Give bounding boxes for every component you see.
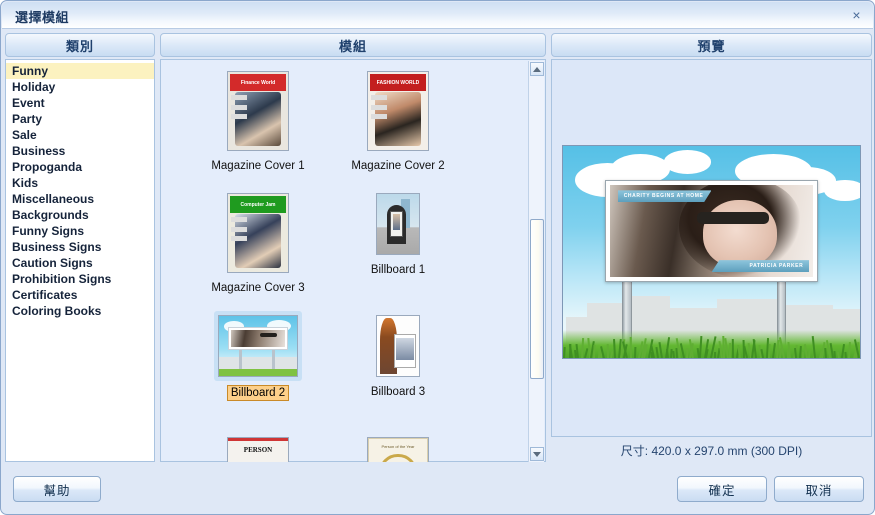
module-label: Magazine Cover 2 xyxy=(348,159,447,173)
billboard-photo: CHARITY BEGINS AT HOME PATRICIA PARKER xyxy=(610,185,814,277)
category-item[interactable]: Certificates xyxy=(6,287,154,303)
billboard-frame: CHARITY BEGINS AT HOME PATRICIA PARKER xyxy=(605,180,819,282)
module-thumbnail: FASHION WORLD xyxy=(367,71,429,151)
category-item[interactable]: Coloring Books xyxy=(6,303,154,319)
preview-panel: CHARITY BEGINS AT HOME PATRICIA PARKER xyxy=(551,59,872,437)
module-item[interactable]: Billboard 2 xyxy=(188,311,328,401)
module-label: Billboard 3 xyxy=(368,385,428,399)
title-bar: 選擇模組 × xyxy=(2,2,873,29)
grass-blade xyxy=(844,352,847,358)
close-icon[interactable]: × xyxy=(846,5,867,25)
billboard-top-caption: CHARITY BEGINS AT HOME xyxy=(618,190,712,202)
category-item[interactable]: Caution Signs xyxy=(6,255,154,271)
cloud-shape xyxy=(664,150,712,173)
module-item[interactable]: Billboard 3 xyxy=(328,311,468,400)
module-thumbnail xyxy=(218,315,298,377)
module-grid[interactable]: Finance World Magazine Cover 1 FASHION W… xyxy=(162,61,530,462)
module-grid-viewport: Finance World Magazine Cover 1 FASHION W… xyxy=(162,61,530,462)
module-item[interactable]: Person of the Year xyxy=(328,433,468,462)
category-item[interactable]: Miscellaneous xyxy=(6,191,154,207)
scrollbar-thumb[interactable] xyxy=(530,219,544,379)
module-thumbnail-wrapper: PERSON xyxy=(223,433,293,462)
preview-billboard-scene: CHARITY BEGINS AT HOME PATRICIA PARKER xyxy=(563,146,860,358)
module-thumbnail xyxy=(376,193,420,255)
billboard-bottom-caption: PATRICIA PARKER xyxy=(712,260,810,272)
grass-blade xyxy=(833,351,836,358)
grass-blade xyxy=(824,348,827,358)
module-label: Magazine Cover 1 xyxy=(208,159,307,173)
module-thumbnail xyxy=(376,315,420,377)
category-column-header: 類別 xyxy=(5,33,155,57)
grass-blade xyxy=(802,352,804,358)
category-item[interactable]: Party xyxy=(6,111,154,127)
preview-image: CHARITY BEGINS AT HOME PATRICIA PARKER xyxy=(562,145,861,359)
module-thumbnail-wrapper xyxy=(372,311,424,381)
grass-blade xyxy=(768,344,771,358)
sunglasses-icon xyxy=(699,212,768,224)
window-title: 選擇模組 xyxy=(15,7,69,26)
grass-blade xyxy=(732,339,734,358)
category-item[interactable]: Sale xyxy=(6,127,154,143)
module-item[interactable]: Billboard 1 xyxy=(328,189,468,278)
module-label: Magazine Cover 3 xyxy=(208,281,307,295)
module-scrollbar[interactable] xyxy=(528,61,544,462)
scroll-down-arrow-icon[interactable] xyxy=(530,447,544,461)
help-button[interactable]: 幫助 xyxy=(13,476,101,502)
module-thumbnail: Computer Jam xyxy=(227,193,289,273)
module-thumbnail-wrapper xyxy=(372,189,424,259)
module-thumbnail-wrapper xyxy=(214,311,302,381)
category-item[interactable]: Funny xyxy=(6,63,154,79)
module-thumbnail: PERSON xyxy=(227,437,289,462)
cloud-shape xyxy=(824,180,861,201)
preview-column-header: 預覽 xyxy=(551,33,872,57)
category-item[interactable]: Funny Signs xyxy=(6,223,154,239)
module-label: Billboard 1 xyxy=(368,263,428,277)
category-item[interactable]: Kids xyxy=(6,175,154,191)
module-column-header: 模組 xyxy=(160,33,546,57)
model-face xyxy=(703,200,776,268)
module-item[interactable]: Finance World Magazine Cover 1 xyxy=(188,67,328,174)
module-label: Billboard 2 xyxy=(227,385,289,401)
module-grid-panel: Finance World Magazine Cover 1 FASHION W… xyxy=(160,59,546,462)
cancel-button[interactable]: 取消 xyxy=(774,476,864,502)
grass-blade xyxy=(672,351,675,358)
select-module-dialog: 選擇模組 × 類別 模組 預覽 Funny Holiday Event Party Sa… xyxy=(0,0,875,515)
module-item[interactable]: FASHION WORLD Magazine Cover 2 xyxy=(328,67,468,174)
module-item[interactable]: PERSON xyxy=(188,433,328,462)
category-item[interactable]: Event xyxy=(6,95,154,111)
category-item[interactable]: Prohibition Signs xyxy=(6,271,154,287)
grass-blade xyxy=(729,343,731,358)
module-item[interactable]: Computer Jam Magazine Cover 3 xyxy=(188,189,328,296)
document-size-label: 尺寸: 420.0 x 297.0 mm (300 DPI) xyxy=(551,442,872,459)
module-thumbnail-wrapper: Finance World xyxy=(223,67,293,155)
grass-blade xyxy=(629,337,631,358)
module-thumbnail: Person of the Year xyxy=(367,437,429,462)
module-thumbnail-wrapper: Person of the Year xyxy=(363,433,433,462)
scroll-up-arrow-icon[interactable] xyxy=(530,62,544,76)
category-item[interactable]: Business Signs xyxy=(6,239,154,255)
category-list[interactable]: Funny Holiday Event Party Sale Business Propog… xyxy=(6,60,154,319)
category-item[interactable]: Holiday xyxy=(6,79,154,95)
module-thumbnail-wrapper: FASHION WORLD xyxy=(363,67,433,155)
category-item[interactable]: Backgrounds xyxy=(6,207,154,223)
module-thumbnail: Finance World xyxy=(227,71,289,151)
category-item[interactable]: Business xyxy=(6,143,154,159)
category-list-panel: Funny Holiday Event Party Sale Business Propog… xyxy=(5,59,155,462)
category-item[interactable]: Propoganda xyxy=(6,159,154,175)
ok-button[interactable]: 確定 xyxy=(677,476,767,502)
module-thumbnail-wrapper: Computer Jam xyxy=(223,189,293,277)
